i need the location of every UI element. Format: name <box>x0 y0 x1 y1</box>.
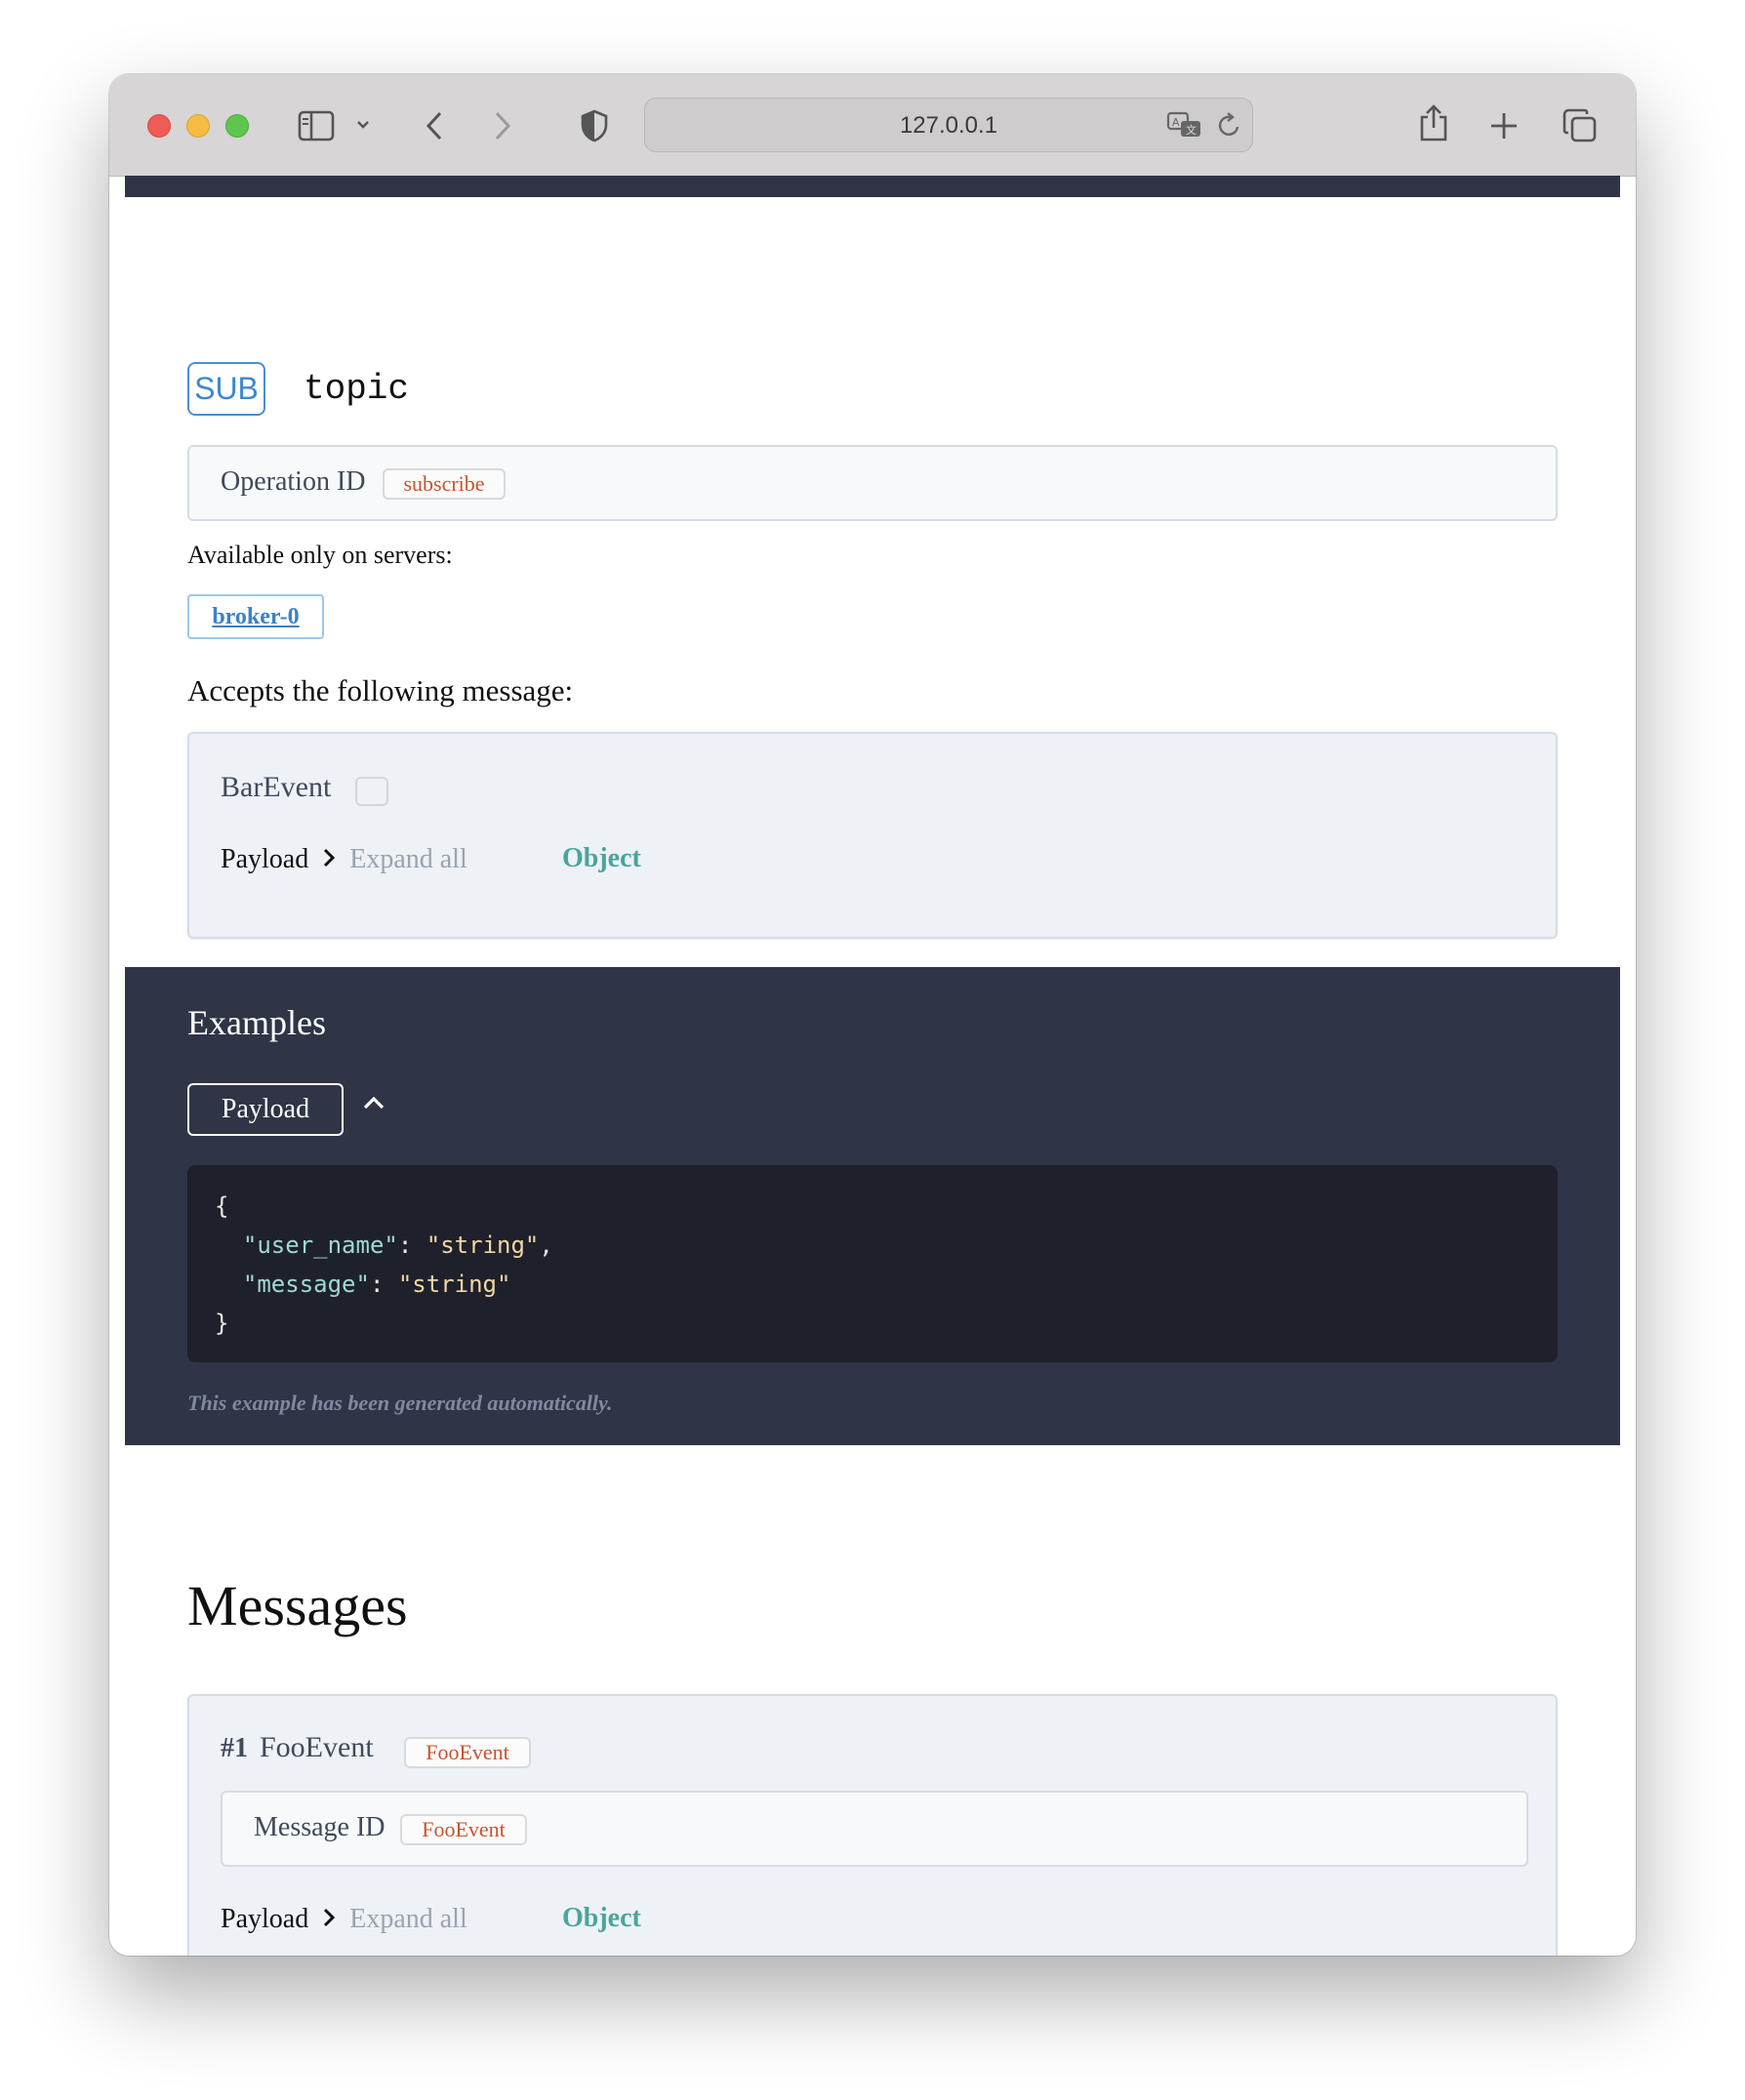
privacy-shield-icon[interactable] <box>580 107 609 144</box>
message-number: #1 <box>221 1733 248 1763</box>
browser-toolbar: 127.0.0.1 A文 <box>109 74 1636 177</box>
back-icon[interactable] <box>420 109 449 142</box>
chevron-right-icon[interactable] <box>322 1907 336 1933</box>
code-line-close: } <box>215 1310 229 1337</box>
address-bar[interactable]: 127.0.0.1 A文 <box>644 98 1253 152</box>
example-generated-note: This example has been generated automati… <box>187 1391 613 1415</box>
message-id-label: Message ID <box>254 1812 386 1842</box>
zoom-window-button[interactable] <box>225 114 249 138</box>
accepts-message-label: Accepts the following message: <box>187 673 574 707</box>
payload-example-button[interactable]: Payload <box>187 1083 344 1136</box>
message-heading: #1 FooEvent <box>221 1731 374 1764</box>
operation-type-badge: SUB <box>187 362 265 416</box>
tab-overview-icon[interactable] <box>1562 107 1599 144</box>
expand-all-button[interactable]: Expand all <box>349 844 467 875</box>
server-link-broker-0[interactable]: broker-0 <box>187 594 324 639</box>
code-key-message: "message" <box>242 1271 370 1298</box>
operation-id-label: Operation ID <box>221 466 366 497</box>
expand-all-button[interactable]: Expand all <box>349 1904 467 1935</box>
sidebar-icon[interactable] <box>297 109 336 142</box>
code-line-open: { <box>215 1192 229 1220</box>
example-code-block: { "user_name": "string", "message": "str… <box>187 1165 1558 1362</box>
message-name: FooEvent <box>260 1731 374 1763</box>
chevron-down-icon[interactable] <box>353 115 373 135</box>
close-window-button[interactable] <box>147 114 171 138</box>
examples-title: Examples <box>187 1003 326 1042</box>
browser-window: 127.0.0.1 A文 SUB topic Operation ID subs… <box>109 74 1636 1956</box>
payload-type: Object <box>562 843 641 873</box>
payload-row: Payload Expand all <box>221 840 467 879</box>
payload-label: Payload <box>221 1904 309 1934</box>
examples-panel: Examples Payload { "user_name": "string"… <box>125 967 1620 1445</box>
address-text: 127.0.0.1 <box>899 112 998 139</box>
message-card-barevent: BarEvent Payload Expand all Object <box>187 732 1558 939</box>
payload-label: Payload <box>221 844 309 874</box>
code-value-user-name: "string" <box>426 1232 540 1259</box>
reload-icon[interactable] <box>1215 110 1244 140</box>
new-tab-icon[interactable] <box>1487 109 1521 142</box>
share-icon[interactable] <box>1417 101 1450 144</box>
message-tag-empty <box>355 777 388 806</box>
svg-text:文: 文 <box>1186 123 1197 137</box>
message-card-fooevent: #1 FooEvent FooEvent Message ID FooEvent… <box>187 1694 1558 1956</box>
messages-title: Messages <box>187 1574 408 1637</box>
message-title-tag: FooEvent <box>404 1737 531 1768</box>
payload-row: Payload Expand all <box>221 1900 467 1939</box>
forward-icon[interactable] <box>488 109 517 142</box>
chevron-up-icon[interactable] <box>361 1094 386 1116</box>
message-id-tag: FooEvent <box>400 1814 527 1845</box>
operation-id-box: Operation ID subscribe <box>187 445 1558 521</box>
translate-icon[interactable]: A文 <box>1166 110 1203 140</box>
minimize-window-button[interactable] <box>186 114 210 138</box>
operation-id-tag: subscribe <box>383 468 506 500</box>
section-header-strip <box>125 176 1620 197</box>
page-content: SUB topic Operation ID subscribe Availab… <box>125 176 1620 1956</box>
payload-type: Object <box>562 1903 641 1933</box>
channel-name: topic <box>304 369 410 409</box>
message-name: BarEvent <box>221 771 332 803</box>
svg-text:A: A <box>1172 116 1180 129</box>
code-key-user-name: "user_name" <box>242 1232 398 1259</box>
servers-label: Available only on servers: <box>187 541 453 569</box>
code-value-message: "string" <box>397 1271 511 1298</box>
message-id-box: Message ID FooEvent <box>221 1791 1528 1867</box>
chevron-right-icon[interactable] <box>322 847 336 873</box>
